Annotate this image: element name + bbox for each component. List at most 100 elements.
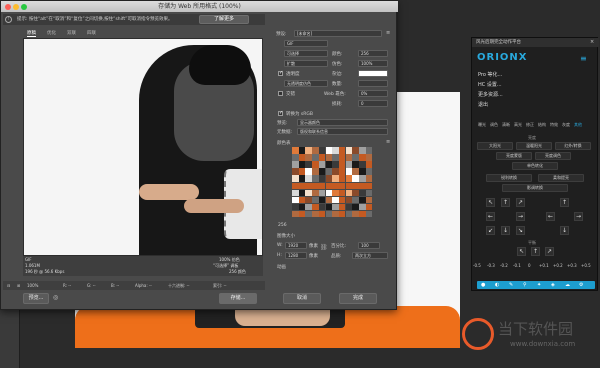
- color-table-cell[interactable]: [345, 210, 353, 218]
- color-table-cell[interactable]: [298, 196, 306, 204]
- arrow-down-right-icon[interactable]: ↘: [516, 226, 525, 235]
- color-table-cell[interactable]: [318, 182, 326, 190]
- color-table-cell[interactable]: [298, 168, 306, 175]
- color-table-cell[interactable]: [345, 182, 353, 190]
- color-table-cell[interactable]: [359, 203, 366, 211]
- color-table-cell[interactable]: [365, 203, 373, 211]
- zoom-minus-button[interactable]: ⊟: [7, 281, 10, 290]
- btn-infrared[interactable]: 红外/转换: [555, 142, 591, 150]
- panel-tab-fix[interactable]: 修正: [526, 122, 534, 128]
- btn-sunlight[interactable]: 大阳光: [477, 142, 513, 150]
- quality-select[interactable]: 两次立方: [352, 252, 388, 259]
- color-table-cell[interactable]: [292, 168, 299, 175]
- color-table-cell[interactable]: [325, 147, 333, 154]
- color-table-cell[interactable]: [352, 147, 359, 154]
- color-table-cell[interactable]: [345, 168, 353, 175]
- color-table-cell[interactable]: [359, 210, 366, 218]
- value-minus-0-3[interactable]: -0.3: [487, 263, 495, 268]
- transparency-dither-select[interactable]: 无透明度仿色: [284, 80, 328, 87]
- color-table-cell[interactable]: [298, 203, 306, 211]
- magic-icon[interactable]: ✦: [537, 282, 541, 288]
- color-table-cell[interactable]: [359, 161, 366, 168]
- color-table-cell[interactable]: [332, 175, 339, 182]
- color-table-cell[interactable]: [345, 154, 353, 161]
- arrow-right-icon[interactable]: →: [516, 212, 525, 221]
- tab-original[interactable]: 原稿: [27, 30, 36, 37]
- color-table-cell[interactable]: [325, 175, 333, 182]
- color-table-cell[interactable]: [345, 147, 353, 154]
- color-table-cell[interactable]: [352, 203, 359, 211]
- balance-up-icon[interactable]: ↑: [531, 247, 540, 256]
- color-table-cell[interactable]: [325, 168, 333, 175]
- close-window-button[interactable]: [5, 4, 11, 10]
- arrow-down-icon[interactable]: ↓: [501, 226, 510, 235]
- arrow-right-2-icon[interactable]: →: [574, 212, 583, 221]
- color-table-cell[interactable]: [318, 203, 326, 211]
- close-icon[interactable]: ×: [590, 39, 594, 45]
- btn-tone-convert[interactable]: 影调转换: [502, 184, 568, 192]
- zoom-plus-button[interactable]: ⊞: [17, 281, 20, 290]
- color-table-cell[interactable]: [352, 168, 359, 175]
- color-table-cell[interactable]: [365, 210, 373, 218]
- btn-luminosity-tone[interactable]: 亮度调色: [535, 152, 571, 160]
- color-table-cell[interactable]: [332, 203, 339, 211]
- color-table-cell[interactable]: [305, 147, 312, 154]
- color-table-cell[interactable]: [352, 175, 359, 182]
- color-table-cell[interactable]: [292, 196, 299, 204]
- btn-mono-convert[interactable]: 单色转化: [512, 162, 558, 170]
- color-table-cell[interactable]: [338, 161, 346, 168]
- color-table-cell[interactable]: [325, 161, 333, 168]
- color-table-cell[interactable]: [292, 175, 299, 182]
- arrow-up-right-icon[interactable]: ↗: [516, 198, 525, 207]
- interlaced-checkbox[interactable]: [278, 91, 283, 96]
- colors-select[interactable]: 256: [358, 50, 388, 57]
- menu-hc[interactable]: HC 设置...: [478, 81, 502, 88]
- color-table-cell[interactable]: [305, 189, 312, 197]
- menu-resources[interactable]: 更多资源...: [478, 91, 503, 98]
- color-table-cell[interactable]: [298, 147, 306, 154]
- color-table-cell[interactable]: [312, 147, 319, 154]
- arrow-left-2-icon[interactable]: ←: [546, 212, 555, 221]
- metadata-select[interactable]: 版权和联系信息: [297, 128, 388, 135]
- color-table-cell[interactable]: [332, 154, 339, 161]
- color-table-cell[interactable]: [332, 168, 339, 175]
- color-table-cell[interactable]: [359, 196, 366, 204]
- color-table-cell[interactable]: [365, 182, 373, 190]
- done-button[interactable]: 完成: [339, 293, 377, 304]
- color-table-cell[interactable]: [345, 175, 353, 182]
- value-minus-0-1[interactable]: -0.1: [513, 263, 521, 268]
- color-table-cell[interactable]: [332, 161, 339, 168]
- color-table[interactable]: [292, 147, 373, 219]
- color-table-cell[interactable]: [352, 196, 359, 204]
- color-table-cell[interactable]: [312, 196, 319, 204]
- balance-up-left-icon[interactable]: ↖: [517, 247, 526, 256]
- color-table-cell[interactable]: [318, 168, 326, 175]
- color-table-cell[interactable]: [292, 147, 299, 154]
- color-table-cell[interactable]: [352, 161, 359, 168]
- color-table-cell[interactable]: [318, 147, 326, 154]
- color-table-cell[interactable]: [312, 161, 319, 168]
- color-table-cell[interactable]: [359, 168, 366, 175]
- color-table-cell[interactable]: [305, 196, 312, 204]
- panel-tab-effects[interactable]: 特效: [550, 122, 558, 128]
- color-table-cell[interactable]: [312, 175, 319, 182]
- color-table-cell[interactable]: [325, 203, 333, 211]
- run-icon[interactable]: ●: [481, 282, 485, 288]
- color-table-cell[interactable]: [325, 182, 333, 190]
- panel-tab-other[interactable]: 其他: [574, 122, 582, 128]
- panel-tab-highlight[interactable]: 高光: [514, 122, 522, 128]
- color-table-cell[interactable]: [365, 147, 373, 154]
- color-table-cell[interactable]: [305, 210, 312, 218]
- arrow-up-icon[interactable]: ↑: [501, 198, 510, 207]
- save-button[interactable]: 存储...: [219, 293, 257, 304]
- color-table-cell[interactable]: [352, 210, 359, 218]
- panel-tab-gray[interactable]: 灰度: [562, 122, 570, 128]
- color-table-cell[interactable]: [292, 189, 299, 197]
- btn-soft-brighten[interactable]: 柔和提亮: [538, 174, 584, 182]
- color-table-cell[interactable]: [345, 161, 353, 168]
- amount-input[interactable]: [358, 80, 388, 87]
- dropper-icon[interactable]: ⚲: [523, 282, 527, 288]
- color-table-cell[interactable]: [318, 196, 326, 204]
- value-minus-0-5[interactable]: -0.5: [473, 263, 481, 268]
- balance-up-right-icon[interactable]: ↗: [545, 247, 554, 256]
